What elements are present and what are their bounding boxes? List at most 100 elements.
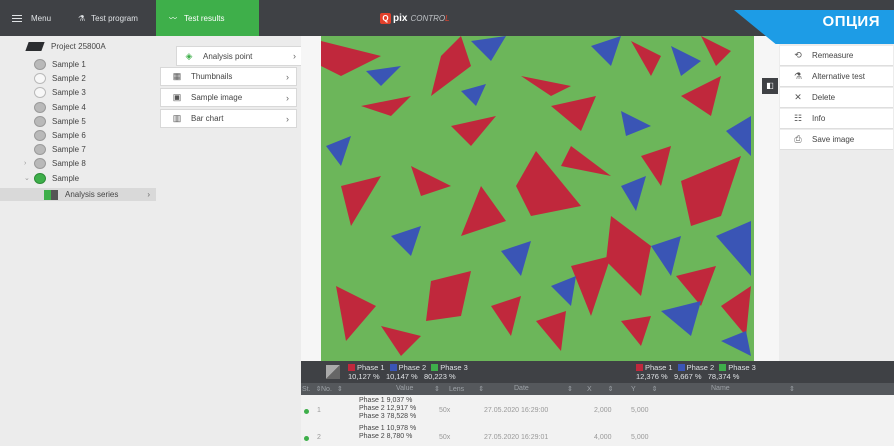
- project-tree: Project 25800A Sample 1 Sample 2 Sample 3 S…: [0, 36, 156, 446]
- remeasure-label: Remeasure: [812, 51, 854, 60]
- menu-analysis-point-label: Analysis point: [203, 51, 253, 61]
- save-image-button[interactable]: ⎙ Save image: [780, 130, 893, 150]
- chevron-right-icon: ›: [286, 92, 289, 103]
- menu-bar-chart-label: Bar chart: [191, 114, 224, 123]
- chevron-right-icon: ›: [293, 51, 296, 61]
- panel-toggle-button[interactable]: ◧: [762, 78, 778, 94]
- alternative-test-button[interactable]: ⚗ Alternative test: [780, 67, 893, 87]
- tree-sample-item[interactable]: Sample 5: [0, 115, 156, 128]
- chevron-right-icon: ›: [286, 113, 289, 124]
- tree-project[interactable]: Project 25800A: [0, 40, 156, 53]
- menu-button[interactable]: Menu: [12, 0, 51, 36]
- tab-test-results-label: Test results: [184, 13, 225, 23]
- crosshair-icon: ◈: [185, 50, 193, 61]
- phase2-swatch: [389, 364, 397, 371]
- view-menu: ◈ Analysis point › ▦ Thumbnails › ▣ Samp…: [156, 36, 304, 446]
- info-button[interactable]: ☷ Info: [780, 109, 893, 129]
- grid-icon: ▦: [172, 71, 182, 81]
- logo-main: pix: [393, 12, 408, 24]
- summary-left: Phase 1 Phase 2 Phase 3 10,127 % 10,147 …: [348, 363, 468, 381]
- row-lens: 50x: [439, 407, 451, 414]
- sample-status-icon: [34, 158, 46, 170]
- phase-summary-bar: Phase 1 Phase 2 Phase 3 10,127 % 10,147 …: [301, 361, 894, 383]
- phase2-value: 9,667 %: [673, 372, 702, 381]
- tree-sample-label: Sample 5: [52, 116, 86, 126]
- phase3-value: 78,374 %: [707, 372, 740, 381]
- phase-analysis-image[interactable]: [321, 36, 754, 361]
- col-x[interactable]: X ⇕: [587, 385, 614, 393]
- col-lens[interactable]: Lens ⇕: [449, 385, 484, 393]
- menu-analysis-point[interactable]: ◈ Analysis point ›: [176, 46, 304, 66]
- row-date: 27.05.2020 16:29:00: [484, 407, 549, 414]
- chart-line-icon: 〰: [169, 13, 177, 23]
- col-value[interactable]: Value: [396, 385, 413, 392]
- tree-sample-item[interactable]: Sample 6: [0, 129, 156, 142]
- sample-status-icon: [34, 144, 46, 156]
- row-no: 1: [317, 407, 321, 414]
- tree-sample-item[interactable]: Sample 3: [0, 86, 156, 99]
- phase2-swatch: [677, 364, 685, 371]
- col-name-sort[interactable]: ⇕: [789, 385, 795, 393]
- info-label: Info: [812, 114, 826, 123]
- delete-label: Delete: [812, 93, 836, 102]
- close-icon: ✕: [794, 92, 802, 102]
- phase1-label: Phase 1: [357, 363, 385, 372]
- phase1-label: Phase 1: [645, 363, 673, 372]
- phase2-label: Phase 2: [398, 363, 427, 372]
- row-value: Phase 1 10,978 % Phase 2 8,780 %: [359, 425, 417, 440]
- sample-status-icon: [34, 115, 46, 127]
- tree-analysis-series-label: Analysis series: [65, 190, 119, 199]
- tree-sample-item[interactable]: Sample 4: [0, 101, 156, 114]
- table-row[interactable]: 2 Phase 1 10,978 % Phase 2 8,780 % 50x 2…: [301, 425, 894, 445]
- col-st[interactable]: St. ⇕: [302, 385, 321, 393]
- status-dot-icon: [304, 409, 309, 414]
- flask-icon: ⚗: [793, 71, 803, 81]
- menu-bar-chart[interactable]: ▥ Bar chart ›: [160, 109, 297, 128]
- expand-caret-icon[interactable]: ›: [24, 160, 26, 167]
- tree-sample-item[interactable]: Sample 2: [0, 72, 156, 85]
- chevron-right-icon: ›: [286, 71, 289, 82]
- tab-test-program[interactable]: ⚗ Test program: [78, 0, 138, 36]
- row-lens: 50x: [439, 434, 451, 441]
- tree-sample-label: Sample 7: [52, 145, 86, 155]
- menu-thumbnails[interactable]: ▦ Thumbnails ›: [160, 67, 297, 86]
- save-image-label: Save image: [812, 135, 855, 144]
- phase3-label: Phase 3: [728, 363, 756, 372]
- tree-sample-label: Sample 4: [52, 102, 86, 112]
- remeasure-icon: ⟲: [794, 50, 802, 60]
- phase2-label: Phase 2: [686, 363, 715, 372]
- phase3-value: 80,223 %: [423, 372, 456, 381]
- col-date-sort[interactable]: ⇕: [567, 385, 573, 393]
- flask-icon: ⚗: [78, 13, 86, 23]
- row-y: 5,000: [631, 434, 649, 441]
- phase3-swatch: [431, 364, 439, 371]
- remeasure-button[interactable]: ⟲ Remeasure: [780, 46, 893, 66]
- hamburger-icon: [12, 13, 22, 24]
- tree-analysis-series[interactable]: Analysis series ›: [0, 188, 156, 201]
- status-dot-icon: [304, 436, 309, 441]
- col-value-sort[interactable]: ⇕: [434, 385, 440, 393]
- tree-sample-item[interactable]: Sample 1: [0, 58, 156, 71]
- delete-button[interactable]: ✕ Delete: [780, 88, 893, 108]
- col-no[interactable]: No. ⇕: [321, 385, 343, 393]
- tree-sample-item[interactable]: › Sample 8: [0, 157, 156, 170]
- row-y: 5,000: [631, 407, 649, 414]
- col-name[interactable]: Name: [711, 385, 730, 392]
- info-icon: ☷: [793, 113, 803, 123]
- menu-label: Menu: [31, 13, 52, 23]
- expand-caret-icon[interactable]: ⌄: [24, 174, 30, 182]
- menu-sample-image-label: Sample image: [191, 93, 243, 102]
- col-y[interactable]: Y ⇕: [631, 385, 658, 393]
- chevron-right-icon: ›: [147, 190, 150, 199]
- sample-status-icon: [34, 101, 46, 113]
- table-row[interactable]: 1 Phase 1 9,037 % Phase 2 12,917 % Phase…: [301, 397, 894, 423]
- tab-test-results[interactable]: 〰 Test results: [156, 0, 259, 36]
- tree-sample-item[interactable]: Sample 7: [0, 143, 156, 156]
- col-date[interactable]: Date: [514, 385, 529, 392]
- menu-sample-image[interactable]: ▣ Sample image ›: [160, 88, 297, 107]
- tree-sample-label: Sample 3: [52, 88, 86, 98]
- row-x: 2,000: [594, 407, 612, 414]
- tree-sample-item[interactable]: ⌄ Sample: [0, 172, 156, 185]
- alternative-test-label: Alternative test: [812, 72, 865, 81]
- phase1-value: 10,127 %: [348, 372, 380, 381]
